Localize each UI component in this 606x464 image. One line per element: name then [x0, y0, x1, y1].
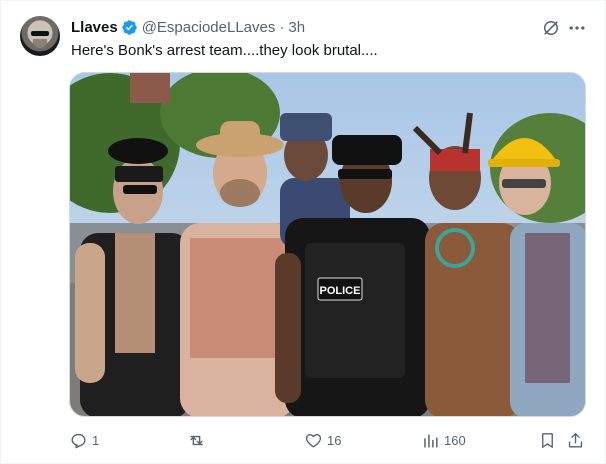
views-chart-icon — [424, 433, 438, 448]
reply-count: 1 — [92, 432, 100, 448]
avatar[interactable] — [20, 16, 60, 56]
user-handle[interactable]: @EspaciodeLLaves — [142, 19, 276, 36]
reply-icon — [71, 433, 86, 448]
heart-icon — [305, 433, 322, 448]
views-button[interactable]: 160 — [421, 429, 466, 451]
tweet-text: Here's Bonk's arrest team....they look b… — [71, 42, 378, 59]
share-icon — [568, 432, 583, 448]
vest-police-label: POLICE — [320, 285, 361, 297]
share-button[interactable] — [566, 429, 585, 451]
verified-badge-icon[interactable] — [121, 19, 138, 36]
views-count: 160 — [444, 432, 466, 448]
bookmark-button[interactable] — [538, 429, 557, 451]
display-name[interactable]: Llaves — [71, 19, 118, 36]
tweet-card[interactable]: Llaves @EspaciodeLLaves · 3h Here's Bonk… — [0, 0, 606, 464]
like-count: 16 — [327, 432, 342, 448]
avatar-beard — [33, 39, 47, 48]
like-button[interactable]: 16 — [304, 429, 341, 451]
retweet-button[interactable] — [187, 429, 210, 451]
separator-dot: · — [279, 18, 285, 36]
reply-button[interactable]: 1 — [69, 429, 99, 451]
tweet-header: Llaves @EspaciodeLLaves · 3h — [71, 17, 305, 37]
tweet-photo[interactable]: POLICE — [69, 72, 586, 417]
avatar-glasses — [31, 31, 49, 36]
tweet-actions: 1 16 160 — [69, 429, 591, 451]
retweet-icon — [190, 435, 203, 445]
photo-scene: POLICE — [70, 73, 585, 416]
bookmark-icon — [542, 432, 553, 448]
more-dots-icon[interactable] — [567, 18, 587, 38]
grok-icon[interactable] — [541, 18, 561, 38]
timestamp[interactable]: 3h — [288, 19, 305, 36]
